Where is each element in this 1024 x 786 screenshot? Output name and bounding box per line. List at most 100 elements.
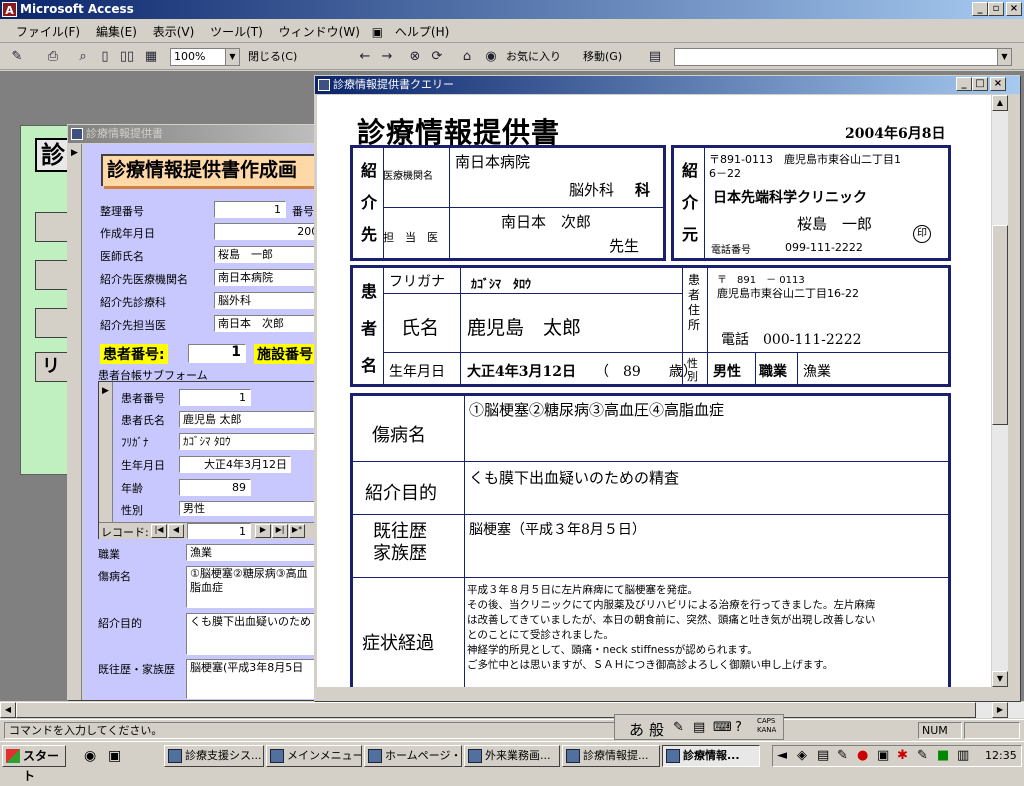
close-icon[interactable]: × [1006,2,1022,16]
search-web-icon[interactable]: ◉ [482,48,500,66]
task-4[interactable]: 外来業務画... [464,745,560,767]
design-view-icon[interactable]: ✎ [8,48,26,66]
close-icon[interactable]: × [990,77,1006,91]
ime-dictionary-icon[interactable]: ▤ [693,720,705,735]
history-input[interactable]: 脳梗塞(平成3年8月5日 [186,659,326,699]
num-lock-indicator: NUM [918,722,962,739]
new-record-icon[interactable]: ▶* [289,524,305,538]
subform-record-selector[interactable]: ▶ [99,382,113,522]
next-record-icon[interactable]: ▶ [255,524,271,538]
disease-line-2: 脂血症 [190,581,223,594]
start-button[interactable]: スタート [2,745,66,783]
restore-icon[interactable]: ▫ [988,2,1004,16]
hscroll-thumb[interactable] [16,702,976,718]
one-page-icon[interactable]: ▯ [96,48,114,66]
zoom-icon[interactable]: ⌕ [74,48,92,66]
favorites-menu[interactable]: お気に入り [506,47,561,67]
home-icon[interactable]: ⌂ [458,48,476,66]
ime-pad-icon[interactable]: ⌨ [713,720,732,735]
two-pages-icon[interactable]: ▯▯ [118,48,136,66]
tray-app-icon[interactable]: ◈ [797,748,807,763]
move-menu[interactable]: 移動(G) [583,47,622,67]
menu-window[interactable]: ウィンドウ(W) [273,19,366,40]
referral-doctor-input[interactable]: 南日本 次郎 [214,315,326,332]
report-vscrollbar[interactable]: ▲ ▼ [992,95,1008,687]
refresh-icon[interactable]: ⟳ [428,48,446,66]
sub-furigana-input[interactable]: ｶｺﾞｼﾏ ﾀﾛｳ [179,433,326,450]
sub-sex-input[interactable]: 男性 [179,501,326,516]
tray-app-icon[interactable]: ▥ [957,748,969,763]
task-2[interactable]: メインメニュー：... [266,745,362,767]
close-preview-button[interactable]: 閉じる(C) [248,47,297,67]
toolbar: ✎ ⎙ ⌕ ▯ ▯▯ ▦ 100% ▼ 閉じる(C) ← → ⊗ ⟳ ⌂ ◉ お… [0,44,1024,70]
zoom-select[interactable]: 100% ▼ [170,48,240,66]
sub-patient-name-input[interactable]: 鹿児島 太郎 [179,411,326,428]
prev-record-icon[interactable]: ◀ [168,524,184,538]
access-key-icon[interactable]: A [2,2,17,17]
tray-app-icon[interactable]: ▤ [817,748,829,763]
tray-app-icon[interactable]: ■ [937,748,949,763]
back-icon[interactable]: ← [356,48,374,66]
forward-icon[interactable]: → [378,48,396,66]
scroll-up-icon[interactable]: ▲ [992,95,1008,111]
menu-view[interactable]: 表示(V) [147,19,201,40]
menu-db-icon[interactable]: ▣ [370,21,385,39]
referral-institution-input[interactable]: 南日本病院 [214,269,326,286]
stop-icon[interactable]: ⊗ [406,48,424,66]
job-input[interactable]: 漁業 [186,544,326,561]
clock[interactable]: 12:35 [985,749,1017,762]
record-number-input[interactable]: 1 [187,523,251,539]
quicklaunch-ie-icon[interactable]: ◉ [84,748,96,764]
disease-input[interactable]: ①脳梗塞②糖尿病③高血 脂血症 [186,566,326,608]
report-page-navigator[interactable] [317,687,991,701]
tray-app-icon[interactable]: ✎ [917,748,928,763]
task-5[interactable]: 診療情報提... [562,745,660,767]
ime-general-mode[interactable]: 般 [649,719,664,740]
last-record-icon[interactable]: ▶| [272,524,288,538]
menu-edit[interactable]: 編集(E) [90,19,143,40]
tray-app-icon[interactable]: ● [857,748,868,763]
tray-app-icon[interactable]: ▣ [877,748,889,763]
seiri-input[interactable]: 1 [214,201,286,218]
minimize-icon[interactable]: _ [972,2,988,16]
scroll-right-icon[interactable]: ▶ [992,702,1008,718]
ime-bar[interactable]: あ 般 ✎ ▤ ⌨ ? CAPS KANA [614,714,784,740]
sub-patient-no-label: 患者番号 [121,392,165,405]
task-3[interactable]: ホームページ・... [364,745,462,767]
tray-app-icon[interactable]: ✱ [897,748,908,763]
web-toolbar-icon[interactable]: ▤ [646,48,664,66]
sub-patient-no-input[interactable]: 1 [179,389,251,406]
patient-no-input[interactable]: 1 [188,344,246,363]
address-input[interactable]: ▼ [674,48,1012,66]
sub-age-input[interactable]: 89 [179,479,251,496]
created-date-input[interactable]: 2004/ [214,223,326,240]
patient-divider-8 [383,352,948,353]
ime-tool-icon[interactable]: ✎ [673,720,684,735]
tray-app-icon[interactable]: ✎ [837,748,848,763]
menu-help[interactable]: ヘルプ(H) [389,19,455,40]
first-record-icon[interactable]: |◀ [151,524,167,538]
task-1[interactable]: 診療支援シス... [164,745,264,767]
referral-dept-input[interactable]: 脳外科 [214,292,326,309]
record-label: レコード: [101,526,149,539]
task-label: 診療情報提... [583,749,649,762]
purpose-input[interactable]: くも膜下出血疑いのため [186,613,326,655]
scroll-down-icon[interactable]: ▼ [992,671,1008,687]
menu-tools[interactable]: ツール(T) [204,19,269,40]
scroll-left-icon[interactable]: ◀ [0,702,16,718]
record-selector[interactable]: ▶ [68,144,82,700]
multiple-pages-icon[interactable]: ▦ [142,48,160,66]
task-6-active[interactable]: 診療情報... [662,745,760,767]
doctor-name-input[interactable]: 桜島 一郎 [214,246,326,263]
print-icon[interactable]: ⎙ [44,48,62,66]
menu-file[interactable]: ファイル(F) [10,19,86,40]
main-hscrollbar[interactable]: ◀ ▶ [0,702,1024,718]
maximize-icon[interactable]: □ [972,77,988,91]
volume-icon[interactable]: ◄ [777,748,787,763]
quicklaunch-desktop-icon[interactable]: ▣ [108,748,121,764]
sub-dob-input[interactable]: 大正4年3月12日 [179,456,291,473]
ime-help-icon[interactable]: ? [735,720,742,735]
scroll-thumb[interactable] [992,225,1008,425]
minimize-icon[interactable]: _ [956,77,972,91]
ime-hiragana-mode[interactable]: あ [629,719,644,740]
